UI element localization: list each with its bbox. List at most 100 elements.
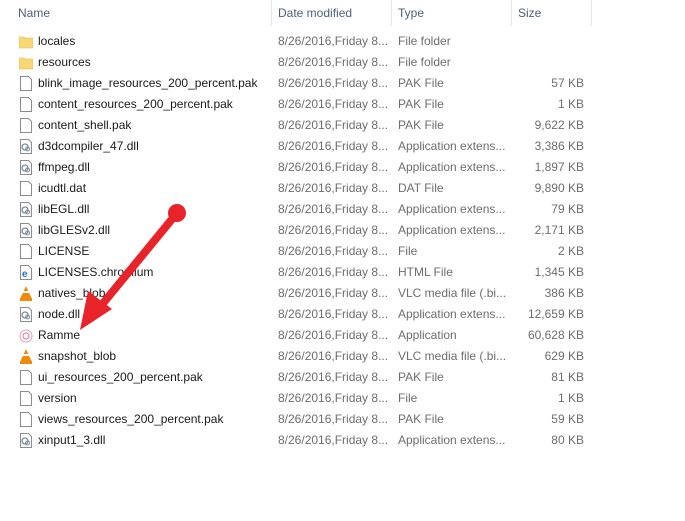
column-divider[interactable] (391, 0, 392, 26)
file-name: locales (38, 34, 76, 48)
file-row[interactable]: locales 8/26/2016,Friday 8... File folde… (0, 31, 592, 52)
file-row[interactable]: ffmpeg.dll 8/26/2016,Friday 8... Applica… (0, 157, 592, 178)
file-type: Application extens... (398, 202, 506, 216)
file-row[interactable]: d3dcompiler_47.dll 8/26/2016,Friday 8...… (0, 136, 592, 157)
file-size: 3,386 KB (534, 139, 584, 153)
file-row[interactable]: icudtl.dat 8/26/2016,Friday 8... DAT Fil… (0, 178, 592, 199)
file-type: Application extens... (398, 433, 506, 447)
file-size: 1,897 KB (534, 160, 584, 174)
file-row[interactable]: natives_blob 8/26/2016,Friday 8... VLC m… (0, 283, 592, 304)
column-name[interactable]: Name (18, 6, 50, 20)
file-row[interactable]: content_shell.pak 8/26/2016,Friday 8... … (0, 115, 592, 136)
file-type: Application extens... (398, 160, 506, 174)
file-row[interactable]: libEGL.dll 8/26/2016,Friday 8... Applica… (0, 199, 592, 220)
file-date: 8/26/2016,Friday 8... (278, 328, 389, 342)
html-icon: e (19, 265, 33, 280)
file-icon (19, 97, 33, 112)
file-row[interactable]: libGLESv2.dll 8/26/2016,Friday 8... Appl… (0, 220, 592, 241)
file-icon (19, 391, 33, 406)
file-type: Application extens... (398, 223, 506, 237)
file-size: 386 KB (544, 286, 584, 300)
dll-icon (19, 433, 33, 448)
file-date: 8/26/2016,Friday 8... (278, 97, 389, 111)
file-name: ui_resources_200_percent.pak (38, 370, 203, 384)
file-date: 8/26/2016,Friday 8... (278, 76, 389, 90)
file-type: Application extens... (398, 307, 506, 321)
file-type: PAK File (398, 118, 444, 132)
file-name: resources (38, 55, 91, 69)
column-size[interactable]: Size (518, 6, 541, 20)
file-size: 79 KB (551, 202, 584, 216)
vlc-icon (19, 286, 33, 301)
file-icon (19, 181, 33, 196)
file-name: views_resources_200_percent.pak (38, 412, 224, 426)
file-type: File (398, 244, 418, 258)
file-name: node.dll (38, 307, 81, 321)
file-type: VLC media file (.bi... (398, 349, 507, 363)
file-type: File (398, 391, 418, 405)
file-row[interactable]: ui_resources_200_percent.pak 8/26/2016,F… (0, 367, 592, 388)
file-type: DAT File (398, 181, 444, 195)
column-divider[interactable] (271, 0, 272, 26)
file-row[interactable]: xinput1_3.dll 8/26/2016,Friday 8... Appl… (0, 430, 592, 451)
app-icon (19, 328, 33, 343)
file-type: VLC media file (.bi... (398, 286, 507, 300)
column-date[interactable]: Date modified (278, 6, 352, 20)
file-size: 2 KB (557, 244, 584, 258)
file-name: LICENSE (38, 244, 90, 258)
file-name: icudtl.dat (38, 181, 87, 195)
file-size: 57 KB (551, 76, 584, 90)
file-name: LICENSES.chromium (38, 265, 154, 279)
dll-icon (19, 202, 33, 217)
file-date: 8/26/2016,Friday 8... (278, 349, 389, 363)
file-row[interactable]: blink_image_resources_200_percent.pak 8/… (0, 73, 592, 94)
file-row[interactable]: version 8/26/2016,Friday 8... File 1 KB (0, 388, 592, 409)
file-type: File folder (398, 55, 451, 69)
file-row[interactable]: snapshot_blob 8/26/2016,Friday 8... VLC … (0, 346, 592, 367)
svg-text:e: e (22, 269, 28, 280)
file-name: content_shell.pak (38, 118, 132, 132)
file-row[interactable]: LICENSE 8/26/2016,Friday 8... File 2 KB (0, 241, 592, 262)
file-icon (19, 412, 33, 427)
column-type[interactable]: Type (398, 6, 424, 20)
file-size: 81 KB (551, 370, 584, 384)
file-date: 8/26/2016,Friday 8... (278, 265, 389, 279)
file-name: libEGL.dll (38, 202, 90, 216)
file-name: xinput1_3.dll (38, 433, 106, 447)
sort-ascending-icon: ^ (136, 0, 141, 5)
file-name: snapshot_blob (38, 349, 117, 363)
file-date: 8/26/2016,Friday 8... (278, 433, 389, 447)
dll-icon (19, 139, 33, 154)
file-date: 8/26/2016,Friday 8... (278, 55, 389, 69)
file-name: ffmpeg.dll (38, 160, 90, 174)
file-date: 8/26/2016,Friday 8... (278, 181, 389, 195)
file-row[interactable]: resources 8/26/2016,Friday 8... File fol… (0, 52, 592, 73)
dll-icon (19, 307, 33, 322)
file-date: 8/26/2016,Friday 8... (278, 139, 389, 153)
file-row[interactable]: e LICENSES.chromium 8/26/2016,Friday 8..… (0, 262, 592, 283)
dll-icon (19, 223, 33, 238)
column-header: ^ Name Date modified Type Size (0, 0, 592, 26)
file-row[interactable]: Ramme 8/26/2016,Friday 8... Application … (0, 325, 592, 346)
folder-icon (18, 34, 34, 49)
file-size: 9,622 KB (534, 118, 584, 132)
file-date: 8/26/2016,Friday 8... (278, 370, 389, 384)
file-row[interactable]: content_resources_200_percent.pak 8/26/2… (0, 94, 592, 115)
file-icon (19, 76, 33, 91)
file-size: 59 KB (551, 412, 584, 426)
file-name: blink_image_resources_200_percent.pak (38, 76, 258, 90)
column-divider[interactable] (511, 0, 512, 26)
file-size: 1 KB (557, 391, 584, 405)
file-date: 8/26/2016,Friday 8... (278, 160, 389, 174)
file-name: libGLESv2.dll (38, 223, 111, 237)
column-divider[interactable] (591, 0, 592, 26)
file-date: 8/26/2016,Friday 8... (278, 307, 389, 321)
file-type: HTML File (398, 265, 453, 279)
file-type: PAK File (398, 370, 444, 384)
file-name: Ramme (38, 328, 81, 342)
file-date: 8/26/2016,Friday 8... (278, 412, 389, 426)
file-row[interactable]: views_resources_200_percent.pak 8/26/201… (0, 409, 592, 430)
file-row[interactable]: node.dll 8/26/2016,Friday 8... Applicati… (0, 304, 592, 325)
file-type: Application extens... (398, 139, 506, 153)
file-icon (19, 370, 33, 385)
